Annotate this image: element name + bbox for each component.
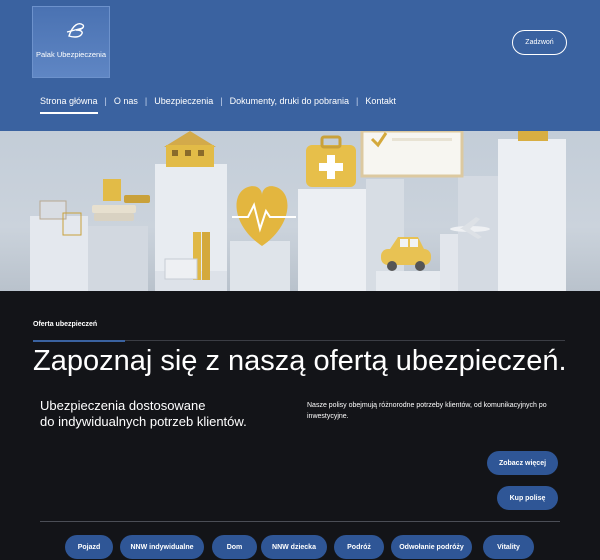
nav-item-home[interactable]: Strona główna: [40, 96, 98, 114]
offer-subhead-line: do indywidualnych potrzeb klientów.: [40, 414, 247, 429]
category-travel[interactable]: Podróż: [334, 535, 384, 559]
offer-headline: Zapoznaj się z naszą ofertą ubezpieczeń.: [33, 345, 567, 377]
nav-item-documents[interactable]: Dokumenty, druki do pobrania: [230, 96, 349, 106]
section-divider-accent: [33, 340, 125, 342]
hero-scene: [30, 131, 566, 291]
category-vehicle[interactable]: Pojazd: [65, 535, 113, 559]
nav-item-insurance[interactable]: Ubezpieczenia: [154, 96, 213, 106]
site-header: Palak Ubezpieczenia Zadzwoń Strona główn…: [0, 0, 600, 131]
brand-logo[interactable]: Palak Ubezpieczenia: [32, 6, 110, 78]
buy-policy-button[interactable]: Kup polisę: [497, 486, 558, 510]
hero-illustration: [0, 131, 600, 291]
brand-name: Palak Ubezpieczenia: [35, 50, 107, 59]
nav-separator: |: [144, 96, 148, 106]
nav-separator: |: [356, 96, 359, 106]
category-trip-cancel[interactable]: Odwołanie podróży: [391, 535, 472, 559]
nav-item-contact[interactable]: Kontakt: [365, 96, 396, 106]
offer-description: Nasze polisy obejmują różnorodne potrzeb…: [307, 402, 547, 420]
category-vitality[interactable]: Vitality: [483, 535, 534, 559]
category-home[interactable]: Dom: [212, 535, 257, 559]
category-divider: [40, 521, 560, 522]
category-nnw-child[interactable]: NNW dziecka: [261, 535, 327, 559]
offer-subhead-line: Ubezpieczenia dostosowane: [40, 398, 206, 413]
logo-mark-icon: [66, 23, 85, 38]
nav-separator: |: [104, 96, 107, 106]
main-nav: Strona główna | O nas | Ubezpieczenia | …: [40, 96, 396, 114]
call-button[interactable]: Zadzwoń: [512, 30, 567, 55]
category-nnw-individual[interactable]: NNW indywidualne: [120, 535, 204, 559]
nav-item-about[interactable]: O nas: [114, 96, 138, 106]
offer-subhead: Ubezpieczenia dostosowane do indywidualn…: [40, 398, 280, 430]
see-more-button[interactable]: Zobacz więcej: [487, 451, 558, 475]
nav-separator: |: [220, 96, 223, 106]
section-kicker: Oferta ubezpieczeń: [33, 321, 98, 328]
